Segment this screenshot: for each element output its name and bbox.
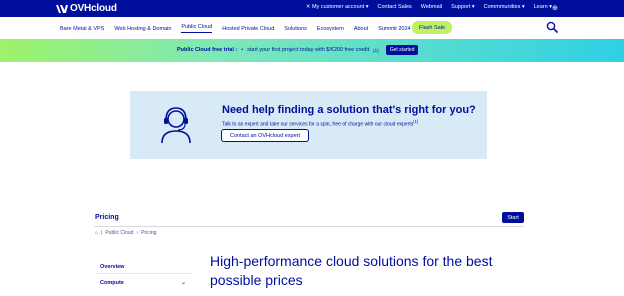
ovhcloud-logo[interactable]: OVHcloud xyxy=(56,2,117,15)
breadcrumb-public-cloud[interactable]: Public Cloud xyxy=(105,230,133,236)
account-link[interactable]: ✕ My customer account ▾ xyxy=(306,4,369,10)
promo-text: start your first project today with $/€2… xyxy=(247,47,370,53)
help-title: Need help finding a solution that's righ… xyxy=(222,104,476,116)
contact-sales-link[interactable]: Contact Sales xyxy=(378,4,412,10)
divider xyxy=(94,226,524,227)
promo-banner: Public Cloud free trial : • start your f… xyxy=(0,39,624,62)
headset-agent-icon xyxy=(161,107,191,144)
contact-expert-button[interactable]: Contact an OVHcloud expert xyxy=(221,129,309,142)
nav-hosted-private-cloud[interactable]: Hosted Private Cloud xyxy=(222,26,274,32)
communities-link[interactable]: Commmunities ▾ xyxy=(484,4,525,10)
promo-sup: (1) xyxy=(373,47,379,53)
flash-sale-button[interactable]: Flash Sale xyxy=(412,21,452,34)
search-icon[interactable] xyxy=(546,21,558,33)
breadcrumb: ⌂ | Public Cloud › Pricing xyxy=(95,230,157,236)
get-started-button[interactable]: Get started xyxy=(385,45,419,55)
promo-bullet: • xyxy=(241,47,244,53)
help-description: Talk to an expert and take our services … xyxy=(222,119,419,128)
breadcrumb-pricing: Pricing xyxy=(141,230,157,236)
nav-about[interactable]: About xyxy=(354,26,368,32)
nav-web-hosting[interactable]: Web Hosting & Domain xyxy=(114,26,171,32)
nav-public-cloud[interactable]: Public Cloud xyxy=(181,24,213,33)
logo-icon xyxy=(56,4,68,13)
nav-bare-metal[interactable]: Bare Metal & VPS xyxy=(60,26,104,32)
sidebar-divider xyxy=(96,273,192,274)
webmail-link[interactable]: Webmail xyxy=(421,4,442,10)
support-link[interactable]: Support ▾ xyxy=(451,4,475,10)
promo-title: Public Cloud free trial : xyxy=(177,47,238,53)
globe-icon[interactable]: ⊕ xyxy=(552,4,558,12)
home-icon[interactable]: ⌂ xyxy=(95,230,98,236)
sidebar-item-compute[interactable]: Compute xyxy=(100,280,124,286)
learn-link[interactable]: Learn ▾ xyxy=(534,4,552,10)
logo-text: OVHcloud xyxy=(70,3,117,14)
top-bar: OVHcloud ✕ My customer account ▾ Contact… xyxy=(0,0,624,17)
chevron-down-icon[interactable]: ⌄ xyxy=(181,279,186,286)
pricing-title: Pricing xyxy=(95,214,119,221)
main-nav: Bare Metal & VPS Web Hosting & Domain Pu… xyxy=(0,17,624,40)
nav-solutions[interactable]: Solutions xyxy=(284,26,307,32)
nav-ecosystem[interactable]: Ecosystem xyxy=(317,26,344,32)
nav-summit[interactable]: Summit 2024 xyxy=(378,26,410,32)
top-nav: ✕ My customer account ▾ Contact Sales We… xyxy=(306,4,552,10)
page-headline: High-performance cloud solutions for the… xyxy=(210,253,493,288)
start-button[interactable]: Start xyxy=(502,212,524,223)
help-banner: Need help finding a solution that's righ… xyxy=(130,91,487,159)
sidebar-item-overview[interactable]: Overview xyxy=(100,264,124,270)
